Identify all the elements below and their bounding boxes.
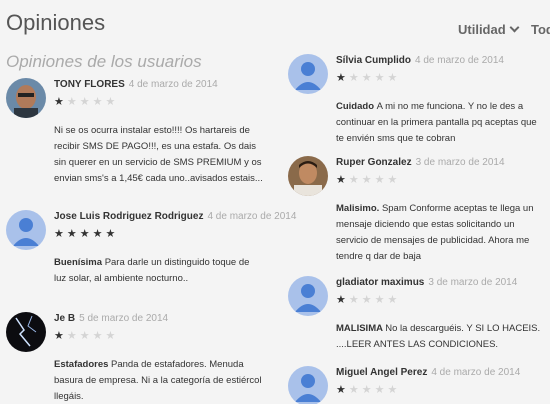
- review-body: Jose Luis Rodriguez Rodriguez 4 de marzo …: [54, 210, 296, 287]
- sort-label: Utilidad: [458, 22, 506, 37]
- review-text: Cuidado A mi no me funciona. Y no le des…: [336, 101, 537, 144]
- avatar[interactable]: [6, 210, 46, 250]
- review-body: Ruper Gonzalez 3 de marzo de 2014 ★★★★★ Mal…: [336, 156, 546, 265]
- section-title: Opiniones de los usuarios: [6, 52, 202, 71]
- star-icon: ★: [336, 384, 349, 396]
- review-date: 4 de marzo de 2014: [415, 55, 504, 66]
- review-title: Malisimo.: [336, 203, 382, 214]
- avatar[interactable]: [288, 276, 328, 316]
- star-icon: ★: [387, 384, 401, 396]
- star-icon: ★: [348, 294, 362, 306]
- review-body: Je B5 de marzo de 2014 ★★★★★ Estafadores P…: [54, 312, 264, 404]
- star-rating: ★★★★★: [336, 383, 546, 397]
- review-author[interactable]: Sílvia Cumplido: [336, 55, 411, 66]
- review-title: Estafadores: [54, 359, 112, 370]
- review-author[interactable]: Je B: [54, 313, 75, 324]
- star-icon: ★: [336, 72, 349, 84]
- review-body: Miguel Angel Perez 4 de marzo de 2014 ★★★★…: [336, 366, 546, 397]
- avatar[interactable]: [288, 54, 328, 94]
- star-icon: ★: [361, 72, 375, 84]
- star-icon: ★: [361, 384, 375, 396]
- star-icon: ★: [348, 174, 362, 186]
- review-author[interactable]: gladiator maximus: [336, 277, 424, 288]
- review-date: 3 de marzo de 2014: [428, 277, 518, 288]
- star-icon: ★: [336, 174, 349, 186]
- avatar[interactable]: [288, 366, 328, 404]
- review-text: Estafadores Panda de estafadores. Menuda…: [54, 359, 262, 402]
- star-icon: ★: [105, 228, 119, 240]
- review-body: TONY FLORES 4 de marzo de 2014 ★★★★★ Ni se …: [54, 78, 264, 187]
- review-title: Buenísima: [54, 257, 105, 268]
- star-icon: ★: [348, 384, 362, 396]
- review-header: TONY FLORES 4 de marzo de 2014: [54, 78, 264, 92]
- review-header: Ruper Gonzalez 3 de marzo de 2014: [336, 156, 546, 170]
- review-date: 5 de marzo de 2014: [79, 313, 169, 324]
- star-icon: ★: [105, 330, 119, 342]
- avatar[interactable]: [6, 312, 46, 352]
- star-icon: ★: [374, 294, 388, 306]
- star-icon: ★: [79, 228, 93, 240]
- star-icon: ★: [387, 294, 401, 306]
- star-icon: ★: [54, 330, 67, 342]
- star-rating: ★★★★★: [54, 227, 264, 241]
- star-rating: ★★★★★: [54, 329, 264, 343]
- star-icon: ★: [374, 72, 388, 84]
- star-icon: ★: [361, 294, 375, 306]
- star-icon: ★: [79, 96, 93, 108]
- review-text: Ni se os ocurra instalar esto!!!! Os har…: [54, 125, 263, 184]
- star-icon: ★: [374, 174, 388, 186]
- star-icon: ★: [66, 96, 80, 108]
- review-title: MALISIMA: [336, 323, 386, 334]
- review-title: Cuidado: [336, 101, 377, 112]
- avatar[interactable]: [288, 156, 328, 196]
- avatar[interactable]: [6, 78, 46, 118]
- sort-option-todas[interactable]: Tod: [531, 22, 550, 37]
- star-icon: ★: [54, 96, 67, 108]
- star-icon: ★: [79, 330, 93, 342]
- review-date: 3 de marzo de 2014: [415, 157, 505, 168]
- review-header: Je B 5 de marzo de 2014: [54, 312, 264, 326]
- star-icon: ★: [92, 228, 106, 240]
- sort-dropdown[interactable]: Utilidad: [458, 22, 520, 37]
- star-icon: ★: [387, 174, 401, 186]
- review-header: Miguel Angel Perez 4 de marzo de 2014: [336, 366, 546, 380]
- star-icon: ★: [105, 96, 119, 108]
- review-date: 4 de marzo de 2014: [207, 211, 297, 222]
- star-icon: ★: [92, 330, 106, 342]
- review-author[interactable]: Ruper Gonzalez: [336, 157, 412, 168]
- review-header: gladiator maximus 3 de marzo de 2014: [336, 276, 546, 290]
- star-icon: ★: [387, 72, 401, 84]
- review-author[interactable]: Jose Luis Rodriguez Rodriguez: [54, 211, 203, 222]
- review-body: Sílvia Cumplido 4 de marzo de 2014 ★★★★★ Cu…: [336, 54, 546, 147]
- review-body: gladiator maximus 3 de marzo de 2014 ★★★★★…: [336, 276, 546, 353]
- chevron-down-icon: [509, 22, 520, 33]
- review-date: 4 de marzo de 2014: [431, 367, 521, 378]
- review-text: Buenísima Para darle un distinguido toqu…: [54, 257, 250, 284]
- review-text: MALISIMA No la descarguéis. Y SI LO HACE…: [336, 323, 541, 350]
- review-date: 4 de marzo de 2014: [128, 79, 218, 90]
- star-icon: ★: [336, 294, 349, 306]
- star-rating: ★★★★★: [54, 95, 264, 109]
- star-rating: ★★★★★: [336, 293, 546, 307]
- star-icon: ★: [374, 384, 388, 396]
- star-icon: ★: [66, 228, 80, 240]
- star-icon: ★: [348, 72, 362, 84]
- review-author[interactable]: TONY FLORES: [54, 79, 125, 90]
- review-text: Malisimo. Spam Conforme aceptas te llega…: [336, 203, 534, 262]
- star-rating: ★★★★★: [336, 71, 546, 85]
- star-rating: ★★★★★: [336, 173, 546, 187]
- review-author[interactable]: Miguel Angel Perez: [336, 367, 427, 378]
- star-icon: ★: [54, 228, 67, 240]
- review-header: Jose Luis Rodriguez Rodriguez 4 de marzo …: [54, 210, 296, 224]
- review-header: Sílvia Cumplido 4 de marzo de 2014: [336, 54, 546, 68]
- page-title: Opiniones: [6, 10, 106, 35]
- star-icon: ★: [92, 96, 106, 108]
- star-icon: ★: [361, 174, 375, 186]
- star-icon: ★: [66, 330, 80, 342]
